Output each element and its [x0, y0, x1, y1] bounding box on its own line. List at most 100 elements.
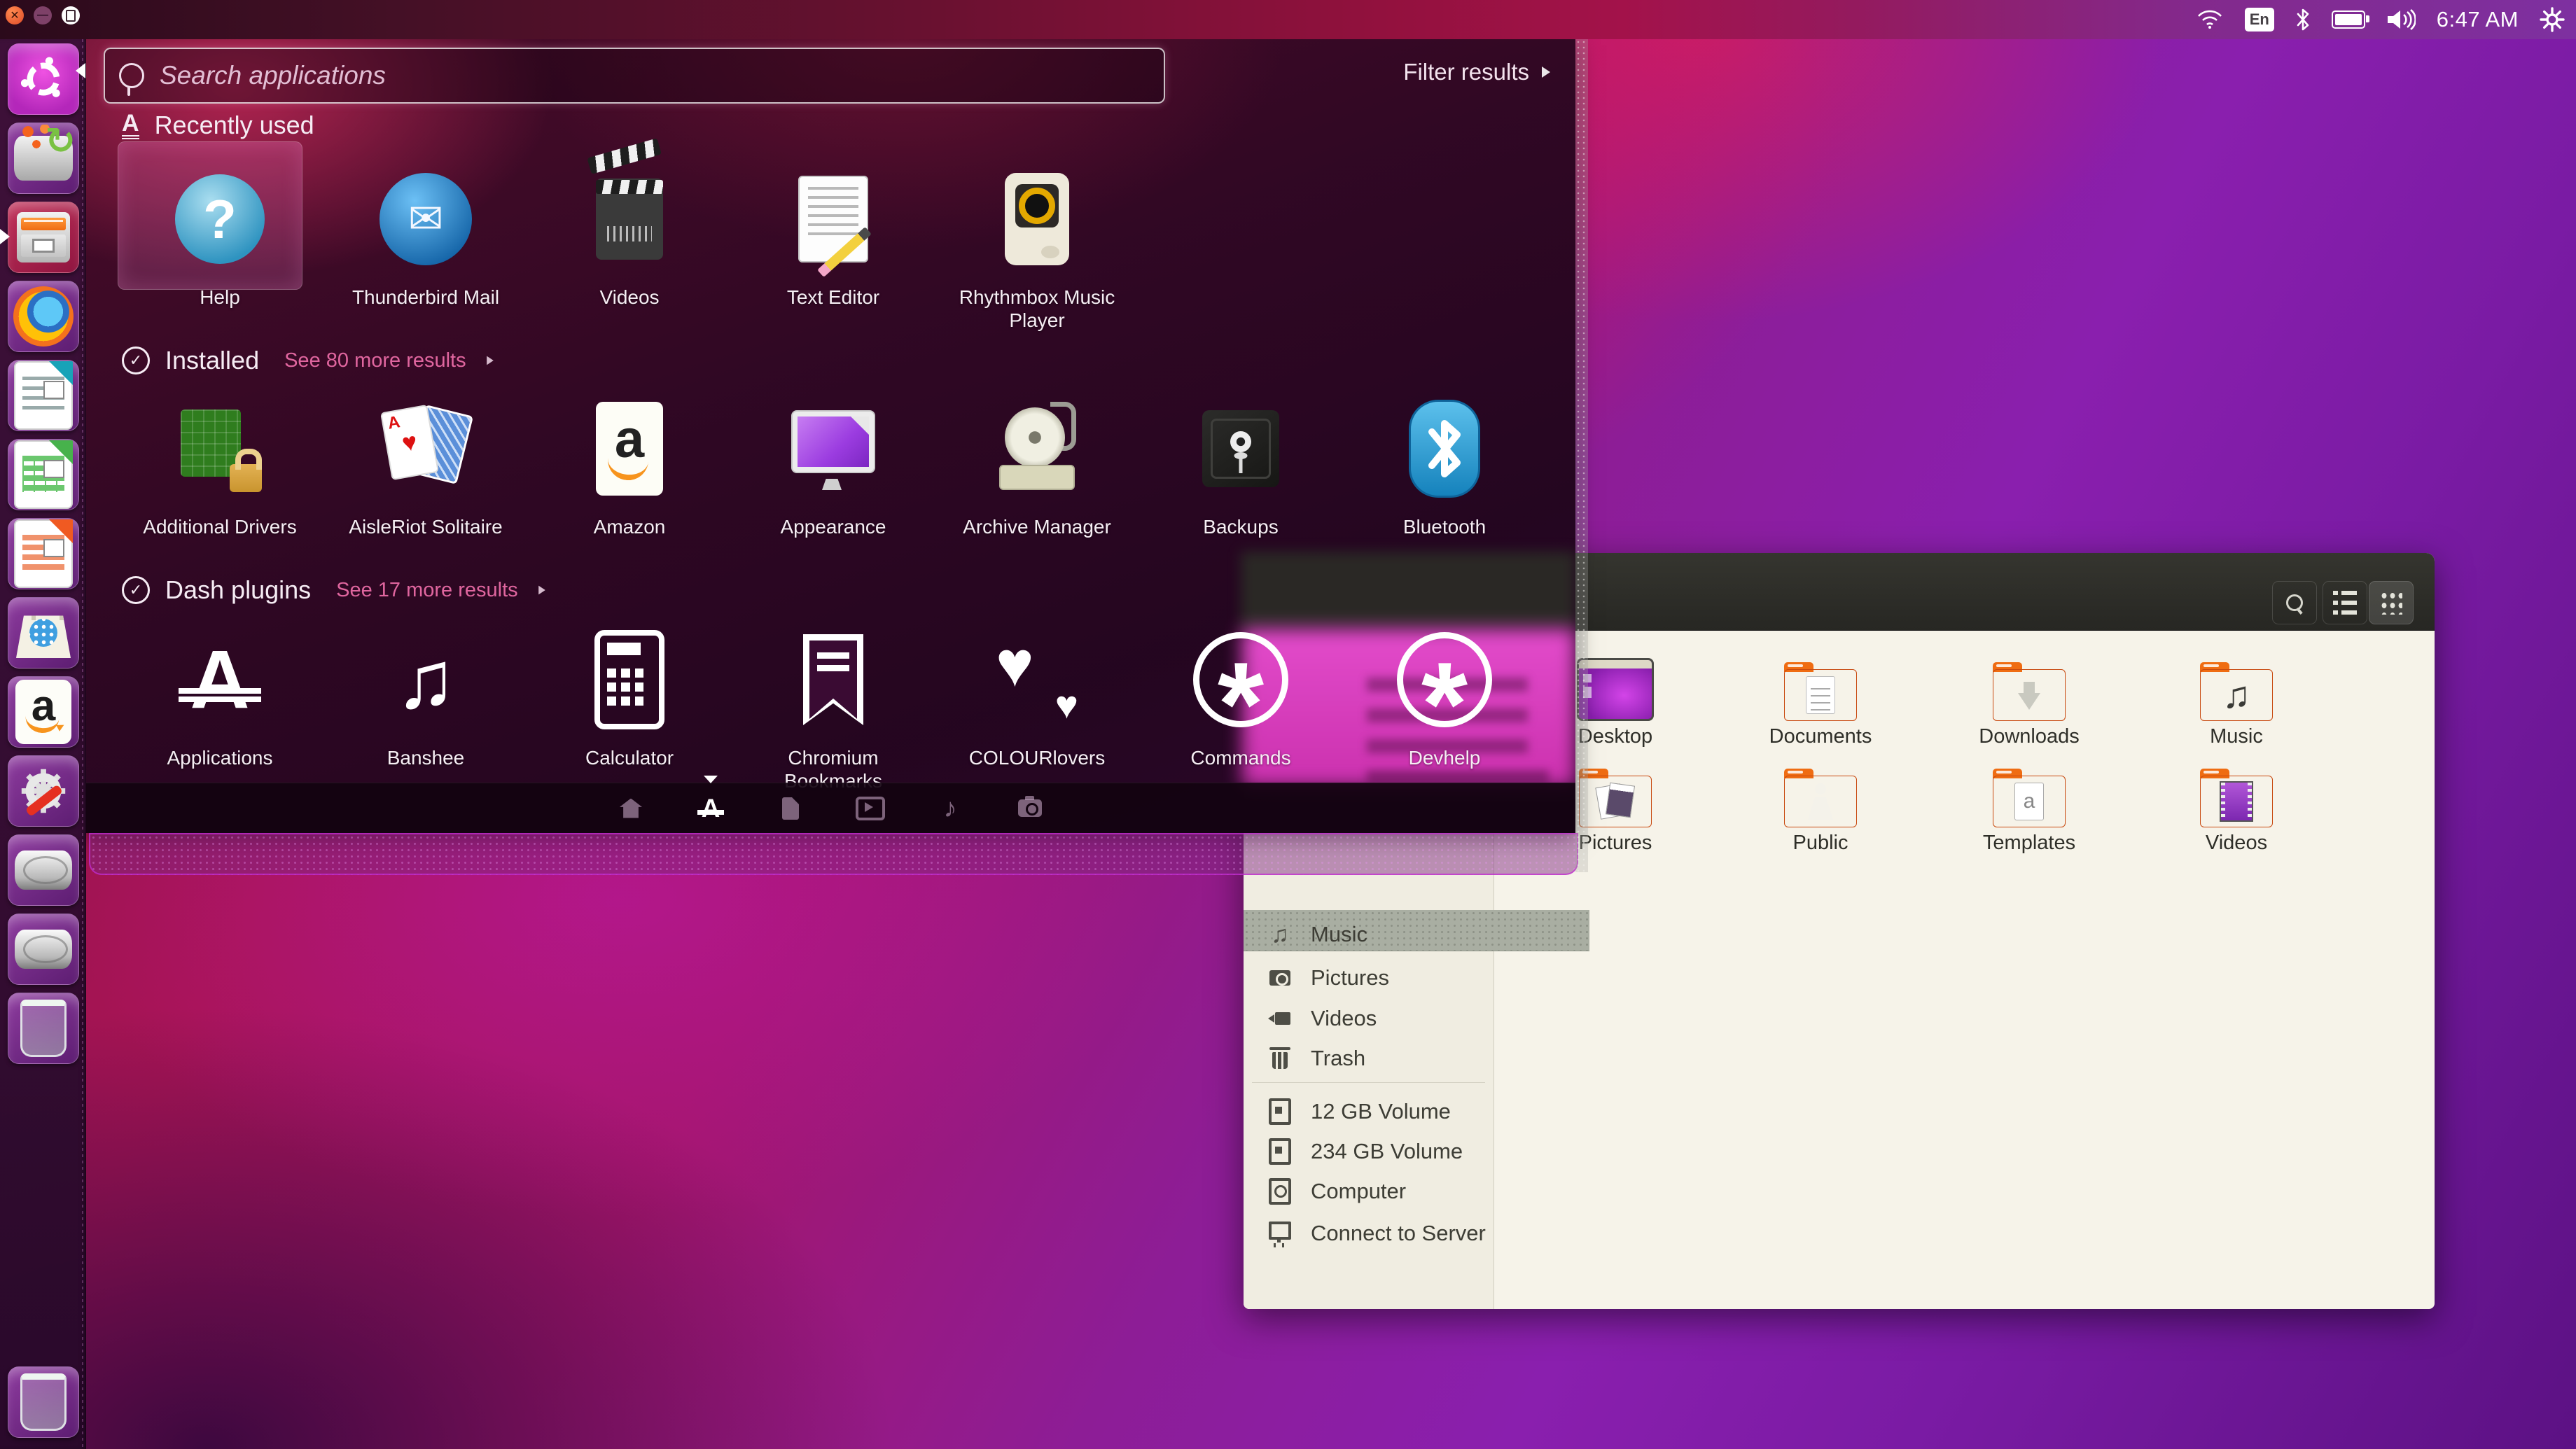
sidebar-item-videos[interactable]: Videos	[1244, 999, 1494, 1038]
desktop-icon	[1577, 658, 1654, 721]
launcher-item-libreoffice-impress[interactable]	[8, 518, 79, 589]
keyboard-indicator[interactable]: En	[2245, 8, 2274, 31]
result-banshee[interactable]: ♫ Banshee	[330, 620, 521, 769]
result-backups[interactable]: Backups	[1146, 389, 1336, 538]
launcher-item-software-center[interactable]	[8, 597, 79, 668]
result-amazon[interactable]: a Amazon	[534, 389, 725, 538]
see-more-link[interactable]: See 17 more results	[336, 579, 518, 602]
sidebar-item-computer[interactable]: Computer	[1244, 1172, 1494, 1211]
server-icon	[1267, 1221, 1293, 1246]
result-text-editor[interactable]: Text Editor	[738, 160, 928, 309]
result-devhelp[interactable]: * Devhelp	[1349, 620, 1540, 769]
close-button[interactable]: ✕	[6, 6, 24, 24]
bluetooth-icon[interactable]	[2295, 8, 2311, 31]
result-additional-drivers[interactable]: Additional Drivers	[125, 389, 315, 538]
result-appearance[interactable]: Appearance	[738, 389, 928, 538]
result-videos[interactable]: Videos	[534, 160, 725, 309]
result-help[interactable]: ? Help	[125, 160, 315, 309]
section-title: Installed	[165, 346, 259, 375]
sidebar-item-music[interactable]: ♫ Music	[1244, 915, 1494, 954]
see-more-link[interactable]: See 80 more results	[284, 349, 466, 372]
result-chromium-bookmarks[interactable]: Chromium Bookmarks	[738, 620, 928, 792]
sidebar-item-234gb-volume[interactable]: 234 GB Volume	[1244, 1132, 1494, 1171]
sidebar-item-12gb-volume[interactable]: 12 GB Volume	[1244, 1092, 1494, 1131]
additional-drivers-icon	[181, 410, 259, 488]
search-button[interactable]	[2272, 581, 2317, 624]
sidebar-item-label: Computer	[1311, 1179, 1406, 1204]
sidebar-item-pictures[interactable]: Pictures	[1244, 958, 1494, 997]
launcher-item-libreoffice-writer[interactable]	[8, 360, 79, 431]
lens-applications[interactable]: A	[679, 783, 742, 833]
launcher-item-libreoffice-calc[interactable]	[8, 439, 79, 510]
session-gear-icon[interactable]	[2540, 7, 2565, 32]
result-label: Banshee	[330, 746, 521, 769]
folder-icon	[1579, 769, 1652, 827]
lens-photos[interactable]	[998, 783, 1061, 833]
folder-label: Music	[2156, 725, 2317, 748]
result-rhythmbox[interactable]: Rhythmbox Music Player	[942, 160, 1132, 332]
battery-icon[interactable]	[2332, 10, 2365, 29]
launcher-item-volume-1[interactable]	[8, 834, 79, 906]
folder-public[interactable]: Public	[1740, 757, 1901, 855]
asterisk-circle-icon: *	[1193, 632, 1288, 727]
result-calculator[interactable]: Calculator	[534, 620, 725, 769]
folder-label: Videos	[2156, 832, 2317, 855]
launcher-item-firefox[interactable]	[8, 281, 79, 352]
hard-disk-icon	[15, 930, 72, 969]
result-bluetooth[interactable]: Bluetooth	[1349, 389, 1540, 538]
result-aisleriot[interactable]: A♥ AisleRiot Solitaire	[330, 389, 521, 538]
running-app-indicator	[0, 229, 10, 244]
result-label: Additional Drivers	[125, 515, 315, 538]
volume-icon[interactable]	[2386, 8, 2416, 31]
launcher-item-dash-home[interactable]	[8, 43, 79, 115]
file-icon	[782, 797, 799, 820]
grid-view-button[interactable]	[2369, 581, 2414, 624]
sidebar-item-connect-to-server[interactable]: Connect to Server	[1244, 1214, 1494, 1253]
lens-files[interactable]	[759, 783, 822, 833]
maximize-button[interactable]	[62, 6, 80, 24]
folder-music[interactable]: ♫ Music	[2156, 651, 2317, 748]
trash-icon	[1267, 1046, 1293, 1071]
network-icon[interactable]	[2196, 9, 2224, 30]
result-thunderbird[interactable]: ✉ Thunderbird Mail	[330, 160, 521, 309]
result-archive-manager[interactable]: Archive Manager	[942, 389, 1132, 538]
result-label: Text Editor	[738, 286, 928, 309]
clock[interactable]: 6:47 AM	[2437, 7, 2519, 32]
ubuntu-logo-icon	[21, 57, 66, 102]
folder-downloads[interactable]: Downloads	[1949, 651, 2110, 748]
result-colourlovers[interactable]: ♥♥ COLOURlovers	[942, 620, 1132, 769]
launcher-item-volume-2[interactable]	[8, 913, 79, 985]
folder-templates[interactable]: a Templates	[1949, 757, 2110, 855]
drive-icon	[1267, 1139, 1293, 1164]
folder-icon	[1784, 769, 1857, 827]
music-notes-icon: ♫	[396, 639, 457, 720]
result-applications-plugin[interactable]: A Applications	[125, 620, 315, 769]
dash-search-bar[interactable]	[104, 48, 1165, 104]
launcher-item-amazon[interactable]: a	[8, 676, 79, 748]
folder-videos[interactable]: Videos	[2156, 757, 2317, 855]
lens-home[interactable]	[599, 783, 662, 833]
launcher-item-files[interactable]	[8, 202, 79, 273]
result-commands[interactable]: * Commands	[1146, 620, 1336, 769]
launcher-item-software-updater[interactable]: ↻	[8, 122, 79, 194]
desktop: ♫ Music Pictures Videos Trash 12 GB Volu…	[0, 0, 2576, 1449]
list-view-button[interactable]	[2323, 581, 2367, 624]
gear-wrench-icon	[16, 764, 71, 818]
launcher-item-glass[interactable]	[8, 993, 79, 1064]
file-cabinet-icon	[17, 212, 70, 262]
launcher-item-trash[interactable]	[8, 1366, 79, 1438]
lens-video[interactable]	[839, 783, 902, 833]
applications-lens-icon: A	[190, 638, 249, 721]
check-circle-icon: ✓	[122, 576, 150, 604]
minimize-button[interactable]: —	[34, 6, 52, 24]
launcher-item-system-settings[interactable]	[8, 755, 79, 827]
folder-documents[interactable]: Documents	[1740, 651, 1901, 748]
folder-icon	[1993, 662, 2066, 721]
result-label: Help	[125, 286, 315, 309]
filter-results-button[interactable]: Filter results	[1403, 59, 1550, 85]
search-input[interactable]	[158, 60, 1150, 91]
filter-results-label: Filter results	[1403, 59, 1529, 85]
sidebar-item-trash[interactable]: Trash	[1244, 1039, 1494, 1078]
result-label: Backups	[1146, 515, 1336, 538]
lens-music[interactable]: ♪	[919, 783, 982, 833]
